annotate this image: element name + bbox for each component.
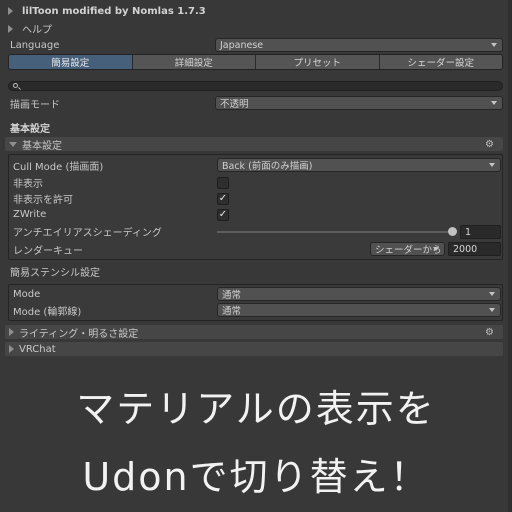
stencil-outline-mode-label: Mode (輪郭線) — [13, 306, 82, 318]
language-label: Language — [10, 39, 60, 51]
app-title: lilToon modified by Nomlas 1.7.3 — [22, 5, 206, 17]
search-input[interactable] — [8, 81, 503, 91]
chevron-down-icon — [489, 308, 495, 312]
antialias-value-field[interactable]: 1 — [460, 225, 501, 239]
render-queue-label: レンダーキュー — [13, 245, 83, 257]
allow-invisible-row: 非表示を許可 — [0, 192, 512, 206]
stencil-mode-label: Mode — [13, 288, 41, 300]
gear-icon[interactable]: ⚙ — [485, 327, 494, 338]
checkmark-icon: ✓ — [218, 193, 228, 204]
stencil-heading-row: 簡易ステンシル設定 — [0, 265, 512, 279]
language-value: Japanese — [220, 39, 264, 51]
invisible-row: 非表示 — [0, 176, 512, 190]
checkmark-icon: ✓ — [218, 209, 228, 220]
cull-mode-dropdown[interactable]: Back (前面のみ描画) — [217, 158, 501, 172]
render-queue-preset-value: シェーダーから — [375, 245, 442, 256]
chevron-down-icon — [433, 247, 439, 251]
cull-mode-value: Back (前面のみ描画) — [222, 161, 313, 172]
zwrite-row: ZWrite — [0, 208, 512, 221]
chevron-down-icon — [491, 101, 497, 105]
render-mode-label: 描画モード — [10, 99, 60, 111]
lighting-section-title: ライティング・明るさ設定 — [19, 328, 139, 340]
zwrite-checkbox[interactable]: ✓ — [217, 209, 229, 221]
allow-invisible-label: 非表示を許可 — [13, 195, 73, 206]
stencil-mode-dropdown[interactable]: 通常 — [217, 287, 501, 301]
collapse-arrow-icon[interactable] — [9, 141, 17, 147]
help-label: ヘルプ — [22, 25, 52, 36]
expand-arrow-icon[interactable] — [9, 328, 14, 336]
basic-heading: 基本設定 — [10, 124, 50, 135]
basic-section-header[interactable]: 基本設定 ⚙ — [5, 137, 503, 152]
render-mode-dropdown[interactable]: 不透明 — [215, 96, 503, 110]
lighting-section-header[interactable]: ライティング・明るさ設定 ⚙ — [5, 325, 503, 340]
vrchat-section-header[interactable]: VRChat — [5, 342, 503, 356]
stencil-heading: 簡易ステンシル設定 — [10, 268, 100, 279]
cull-mode-label: Cull Mode (描画面) — [13, 161, 104, 173]
scrollbar[interactable] — [508, 0, 512, 512]
tab-presets[interactable]: プリセット — [256, 55, 380, 69]
expand-arrow-icon[interactable] — [9, 345, 14, 353]
basic-section-title: 基本設定 — [22, 140, 62, 152]
antialias-slider-track[interactable] — [217, 231, 453, 233]
render-mode-value: 不透明 — [220, 99, 249, 110]
expand-arrow-icon[interactable] — [8, 7, 13, 15]
tab-easy-settings[interactable]: 簡易設定 — [9, 55, 133, 69]
chevron-down-icon — [491, 43, 497, 47]
tab-advanced-settings[interactable]: 詳細設定 — [132, 55, 256, 69]
render-queue-preset-dropdown[interactable]: シェーダーから — [370, 242, 445, 256]
expand-arrow-icon[interactable] — [8, 24, 13, 33]
chevron-down-icon — [489, 163, 495, 167]
invisible-label: 非表示 — [13, 179, 43, 190]
zwrite-label: ZWrite — [13, 209, 47, 220]
vrchat-section-title: VRChat — [19, 343, 56, 355]
language-dropdown[interactable]: Japanese — [215, 38, 503, 52]
chevron-down-icon — [489, 292, 495, 296]
stencil-outline-mode-dropdown[interactable]: 通常 — [217, 303, 501, 317]
tab-shader-settings[interactable]: シェーダー設定 — [379, 55, 502, 69]
help-row[interactable]: ヘルプ — [0, 22, 512, 36]
basic-heading-row: 基本設定 — [0, 121, 512, 135]
search-icon — [13, 83, 18, 88]
invisible-checkbox[interactable] — [217, 177, 229, 189]
mode-tabs: 簡易設定 詳細設定 プリセット シェーダー設定 — [8, 54, 503, 70]
stencil-mode-value: 通常 — [222, 290, 242, 301]
caption-line-2: Udonで切り替え！ — [82, 455, 430, 499]
render-queue-value-field[interactable]: 2000 — [448, 242, 501, 256]
antialias-label: アンチエイリアスシェーディング — [13, 228, 162, 239]
caption-line-1: マテリアルの表示を — [76, 387, 436, 431]
header-row[interactable]: lilToon modified by Nomlas 1.7.3 — [0, 4, 512, 18]
antialias-slider-thumb[interactable] — [448, 227, 457, 236]
gear-icon[interactable]: ⚙ — [485, 139, 494, 150]
allow-invisible-checkbox[interactable]: ✓ — [217, 193, 229, 205]
stencil-outline-mode-value: 通常 — [222, 306, 242, 317]
